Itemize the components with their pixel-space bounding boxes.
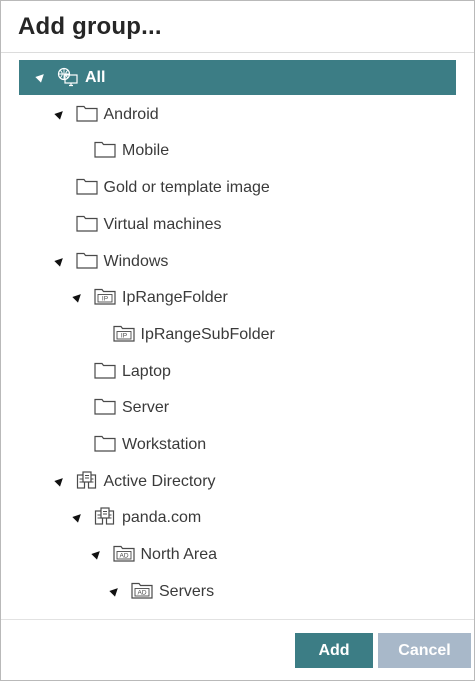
tree-node[interactable]: panda.com xyxy=(19,500,456,535)
ad-folder-icon: AD xyxy=(131,581,153,601)
add-button[interactable]: Add xyxy=(295,633,373,668)
tree-node[interactable]: Virtual machines xyxy=(19,207,456,242)
group-tree[interactable]: All Android Mobile Gold or template image Vi… xyxy=(1,53,474,619)
tree-node-label: IpRangeSubFolder xyxy=(140,325,275,343)
expand-toggle-icon[interactable] xyxy=(53,254,66,267)
tree-node[interactable]: All xyxy=(19,60,456,95)
tree-node[interactable]: Gold or template image xyxy=(19,170,456,205)
tree-node[interactable]: Active Directory xyxy=(19,464,456,499)
svg-text:IP: IP xyxy=(102,296,108,303)
cancel-button[interactable]: Cancel xyxy=(378,633,471,668)
tree-node-label: Android xyxy=(103,105,159,123)
folder-icon xyxy=(94,361,116,381)
expand-toggle-icon[interactable] xyxy=(90,548,103,560)
tree-node-label: Server xyxy=(122,399,170,417)
expand-toggle-icon[interactable] xyxy=(53,475,66,487)
ad-folder-icon: AD xyxy=(112,544,135,564)
tree-node[interactable]: Android xyxy=(19,97,456,132)
tree-node-label: Laptop xyxy=(122,362,171,380)
tree-node-label: Workstation xyxy=(122,436,207,453)
tree-node-label: North Area xyxy=(140,546,217,564)
tree-node-label: Gold or template image xyxy=(103,179,270,197)
tree-node[interactable]: SUPPORT xyxy=(19,611,456,620)
tree-node-label: IpRangeFolder xyxy=(122,289,228,307)
dialog-title: Add group... xyxy=(18,13,162,40)
tree-node-label: Windows xyxy=(103,252,169,270)
tree-node-label: Active Directory xyxy=(103,472,216,490)
add-group-dialog: Add group... All Android Mobile Gold or tem… xyxy=(0,0,475,681)
folder-icon xyxy=(75,177,98,197)
tree-node-label: Mobile xyxy=(122,142,170,160)
tree-node-label: panda.com xyxy=(122,509,202,527)
tree-node[interactable]: Workstation xyxy=(19,427,456,462)
tree-node[interactable]: AD North Area xyxy=(19,537,456,572)
folder-icon xyxy=(75,214,98,234)
active-directory-icon xyxy=(76,471,98,491)
tree-node[interactable]: IP IpRangeFolder xyxy=(19,280,456,315)
expand-toggle-icon[interactable] xyxy=(109,585,121,597)
tree-node[interactable]: Server xyxy=(19,390,456,425)
svg-text:AD: AD xyxy=(119,553,128,560)
svg-text:AD: AD xyxy=(137,589,146,596)
all-computers-icon xyxy=(57,67,79,87)
folder-icon xyxy=(75,104,98,124)
ip-folder-icon: IP xyxy=(112,324,135,344)
expand-toggle-icon[interactable] xyxy=(53,108,66,120)
folder-icon xyxy=(94,434,116,454)
tree-node-label: Virtual machines xyxy=(103,215,222,233)
expand-toggle-icon[interactable] xyxy=(72,511,84,524)
ip-folder-icon: IP xyxy=(94,287,116,307)
tree-node[interactable]: IP IpRangeSubFolder xyxy=(19,317,456,352)
tree-node[interactable]: Laptop xyxy=(19,354,456,389)
footer-divider xyxy=(1,619,474,620)
tree-node-label: All xyxy=(85,69,106,86)
expand-toggle-icon[interactable] xyxy=(72,291,84,303)
folder-icon xyxy=(94,397,116,417)
svg-text:IP: IP xyxy=(120,332,126,339)
folder-icon xyxy=(75,251,98,271)
folder-icon xyxy=(94,140,116,160)
tree-node-label: Servers xyxy=(159,582,215,600)
expand-toggle-icon[interactable] xyxy=(35,71,47,83)
domain-icon xyxy=(94,507,116,527)
tree-node[interactable]: Windows xyxy=(19,244,456,279)
tree-node[interactable]: Mobile xyxy=(19,133,456,168)
tree-node[interactable]: AD Servers xyxy=(19,574,456,609)
